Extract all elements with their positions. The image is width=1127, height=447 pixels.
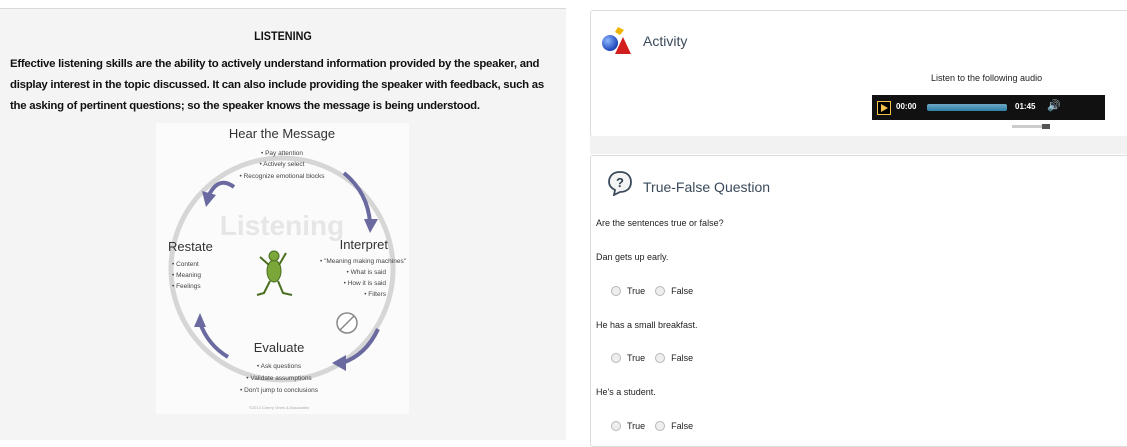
radio-false[interactable]: [655, 421, 666, 431]
heading-hear: Hear the Message: [229, 126, 335, 141]
hear-item: • Actively select: [260, 161, 305, 168]
interpret-item: • "Meaning making machines": [320, 258, 407, 265]
evaluate-item: • Don't jump to conclusions: [240, 387, 319, 394]
page-title: LISTENING: [254, 29, 312, 43]
restate-item: • Meaning: [172, 272, 201, 279]
label-true[interactable]: True: [627, 421, 645, 431]
duration-time: 01:45: [1015, 102, 1036, 111]
activity-card: Activity Listen to the following audio 0…: [590, 10, 1127, 137]
question-title: True-False Question: [643, 179, 771, 195]
arrow-head: [364, 219, 378, 233]
interpret-item: • What is said: [347, 269, 387, 276]
svg-text:?: ?: [616, 175, 624, 190]
arrow-evaluate-to-restate: [198, 322, 230, 359]
card-separator: [590, 136, 1127, 154]
current-time: 00:00: [896, 102, 917, 111]
question-sentence: He's a student.: [596, 387, 656, 397]
answer-options: True False: [611, 421, 693, 431]
true-false-card: ? True-False Question Are the sentences …: [590, 155, 1127, 447]
radio-false[interactable]: [655, 353, 666, 363]
progress-track[interactable]: [927, 104, 1007, 111]
hear-item: • Recognize emotional blocks: [239, 173, 325, 180]
volume-slider[interactable]: [1012, 124, 1050, 129]
question-prompt: Are the sentences true or false?: [596, 218, 724, 228]
heading-interpret: Interpret: [340, 237, 389, 252]
reading-panel: LISTENING Effective listening skills are…: [0, 8, 566, 440]
radio-true[interactable]: [611, 353, 621, 363]
restate-item: • Feelings: [172, 283, 201, 290]
volume-handle[interactable]: [1042, 124, 1050, 129]
diagram-footer: ©2013 Cherry Vines & Associates: [249, 405, 309, 410]
question-sentence: He has a small breakfast.: [596, 320, 698, 330]
label-false[interactable]: False: [671, 421, 693, 431]
hear-item: • Pay attention: [261, 150, 303, 157]
heading-restate: Restate: [168, 239, 213, 254]
question-bubble-icon: ?: [608, 171, 632, 196]
heading-evaluate: Evaluate: [254, 340, 305, 355]
radio-false[interactable]: [655, 286, 666, 296]
activity-title: Activity: [643, 33, 688, 49]
evaluate-item: • Validate assumptions: [246, 375, 312, 382]
radio-true[interactable]: [611, 421, 621, 431]
activity-instruction: Listen to the following audio: [931, 73, 1043, 83]
interpret-item: • Filters: [364, 291, 387, 298]
label-true[interactable]: True: [627, 353, 645, 363]
evaluate-item: • Ask questions: [257, 363, 302, 370]
radio-true[interactable]: [611, 286, 621, 296]
filter-emblem-icon: [336, 312, 358, 334]
label-false[interactable]: False: [671, 353, 693, 363]
arrow-head: [202, 191, 216, 207]
audio-player: 00:00 01:45 🔊: [872, 95, 1105, 120]
label-false[interactable]: False: [671, 286, 693, 296]
play-button[interactable]: [877, 101, 891, 115]
interpret-item: • How it is said: [344, 280, 387, 287]
diagram-center-label: Listening: [220, 210, 344, 241]
activity-shapes-icon: [602, 27, 631, 54]
frog-figure-icon: [256, 250, 293, 296]
question-sentence: Dan gets up early.: [596, 252, 669, 262]
speaker-icon[interactable]: 🔊: [1047, 99, 1061, 112]
listening-diagram: Listening Hear the Message • Pay attenti…: [156, 123, 409, 414]
reading-paragraph: Effective listening skills are the abili…: [10, 58, 544, 112]
answer-options: True False: [611, 286, 693, 296]
arrow-head: [194, 313, 206, 327]
restate-item: • Content: [172, 261, 199, 268]
label-true[interactable]: True: [627, 286, 645, 296]
answer-options: True False: [611, 353, 693, 363]
